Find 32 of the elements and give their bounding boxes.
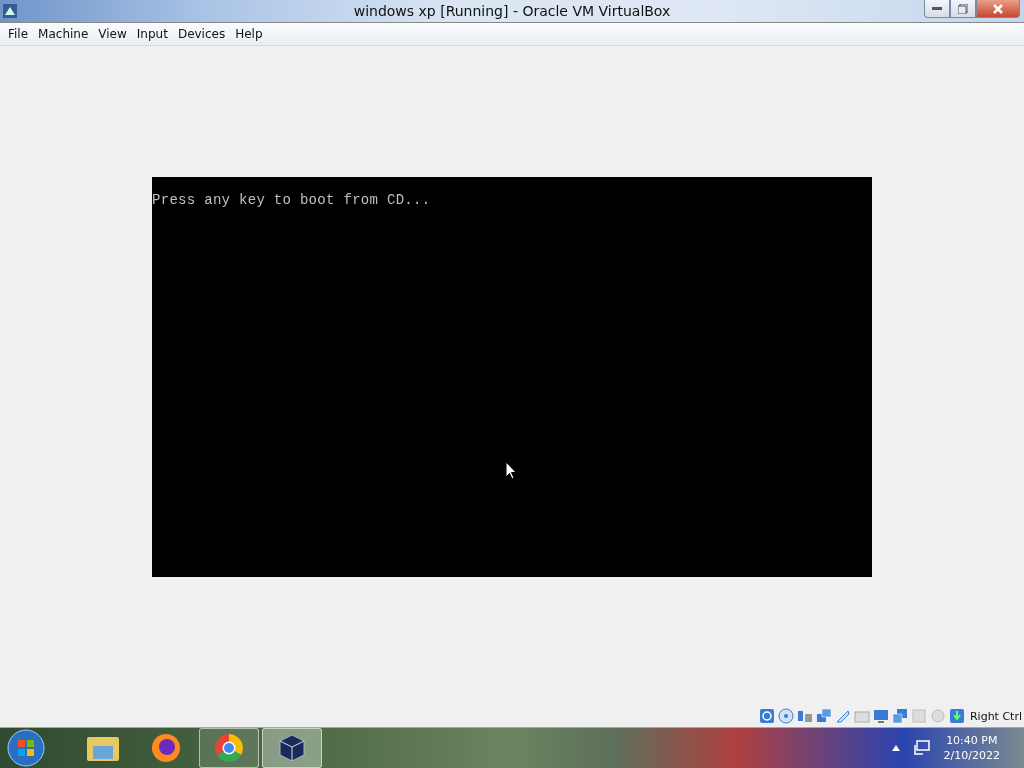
close-button[interactable] — [976, 0, 1020, 18]
show-hidden-icons-icon[interactable] — [891, 745, 900, 751]
guest-screen[interactable]: Press any key to boot from CD... — [152, 177, 872, 577]
menu-item[interactable]: Machine — [33, 27, 94, 41]
firefox-icon — [151, 733, 181, 763]
cube-icon — [277, 733, 307, 763]
minimize-button[interactable] — [924, 0, 950, 18]
windows-icon[interactable] — [891, 708, 908, 724]
window-title: windows xp [Running] - Oracle VM VirtualBox — [353, 3, 671, 19]
host-key-label: Right Ctrl — [969, 709, 1022, 723]
restore-icon — [958, 3, 968, 14]
chrome-icon — [214, 733, 244, 763]
network-icon[interactable] — [815, 708, 832, 724]
clock[interactable]: 10:40 PM 2/10/2022 — [943, 733, 1000, 763]
menu-item[interactable]: View — [93, 27, 132, 41]
usb-icon[interactable] — [834, 708, 851, 724]
network-icon[interactable] — [913, 740, 930, 756]
app-icon — [2, 3, 18, 19]
menu-item[interactable]: Input — [131, 27, 173, 41]
display-icon[interactable] — [872, 708, 889, 724]
mouse-cursor-icon — [505, 461, 517, 480]
start-button[interactable] — [7, 729, 45, 767]
restore-button[interactable] — [950, 0, 976, 18]
menu-item[interactable]: Help — [230, 27, 268, 41]
minimize-icon — [932, 6, 942, 11]
optical-disc-icon[interactable] — [777, 708, 794, 724]
close-icon — [993, 3, 1003, 14]
keyboard-capture-icon[interactable] — [948, 708, 965, 724]
taskbar-button[interactable] — [262, 728, 322, 768]
boot-message: Press any key to boot from CD... — [152, 192, 431, 208]
menu-item[interactable]: Devices — [172, 27, 231, 41]
menu-item[interactable]: File — [3, 27, 34, 41]
